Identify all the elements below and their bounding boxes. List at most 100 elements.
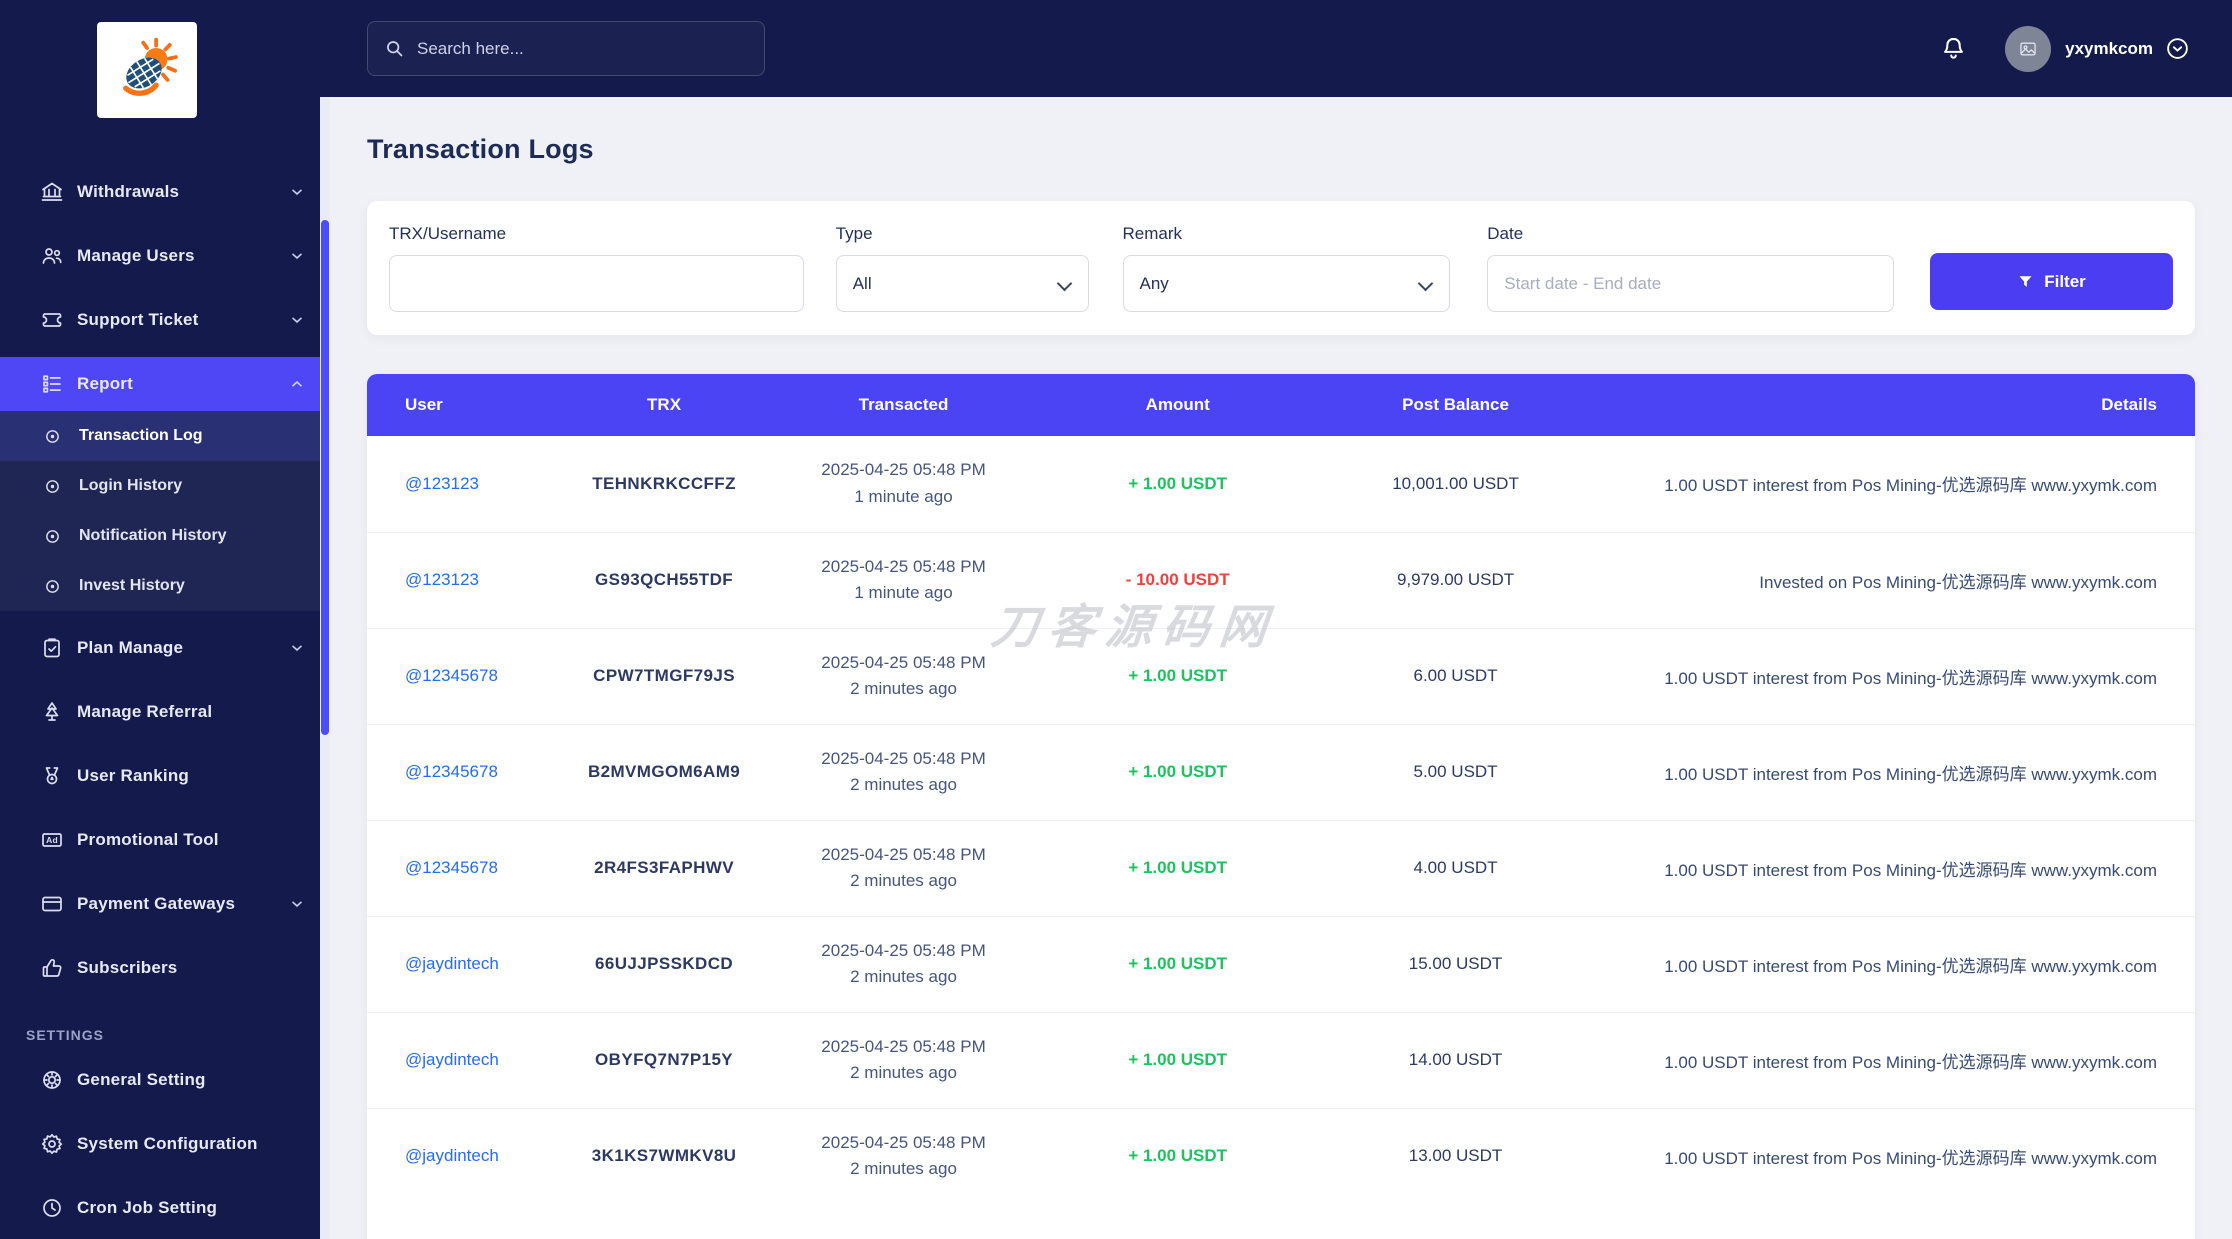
sidebar-item-plan-manage[interactable]: Plan Manage bbox=[0, 621, 330, 675]
submenu-item-transaction-log[interactable]: Transaction Log bbox=[0, 411, 330, 461]
main-content: Transaction Logs TRX/Username Type All R… bbox=[330, 97, 2232, 1239]
chevron-down-icon bbox=[289, 896, 305, 912]
transacted-date: 2025-04-25 05:48 PM bbox=[821, 844, 986, 864]
trx-username-input[interactable] bbox=[389, 255, 804, 312]
date-label: Date bbox=[1487, 224, 1524, 243]
chevron-up-icon bbox=[289, 376, 305, 392]
submenu-item-label: Transaction Log bbox=[79, 427, 203, 444]
date-range-input[interactable] bbox=[1487, 255, 1894, 312]
user-link[interactable]: @123123 bbox=[405, 474, 479, 493]
avatar[interactable] bbox=[2005, 25, 2052, 72]
cell-amount: + 1.00 USDT bbox=[1128, 858, 1228, 877]
cell-transacted: 2025-04-25 05:48 PM 2 minutes ago bbox=[769, 916, 1038, 1012]
header-transacted: Transacted bbox=[769, 374, 1038, 436]
sidebar-item-label: Support Ticket bbox=[77, 310, 199, 329]
sidebar-item-cron-job-setting[interactable]: Cron Job Setting bbox=[0, 1181, 330, 1235]
sidebar-item-label: Cron Job Setting bbox=[77, 1198, 218, 1217]
cell-details: 1.00 USDT interest from Pos Mining-优选源码库… bbox=[1664, 668, 2157, 688]
chevron-down-circle-icon[interactable] bbox=[2165, 36, 2190, 61]
transacted-ago: 2 minutes ago bbox=[850, 775, 957, 794]
circle-dot-icon bbox=[44, 528, 61, 545]
user-link[interactable]: @12345678 bbox=[405, 858, 498, 877]
cell-amount: + 1.00 USDT bbox=[1128, 762, 1228, 781]
cell-details: 1.00 USDT interest from Pos Mining-优选源码库… bbox=[1664, 956, 2157, 976]
cell-post-balance: 14.00 USDT bbox=[1408, 1050, 1503, 1069]
notification-bell-icon[interactable] bbox=[1940, 35, 1967, 62]
list-icon bbox=[40, 372, 64, 396]
sidebar-item-manage-users[interactable]: Manage Users bbox=[0, 229, 330, 283]
sidebar-scrollbar-thumb[interactable] bbox=[321, 220, 329, 735]
filter-group-trx: TRX/Username bbox=[389, 201, 804, 335]
chevron-down-icon bbox=[289, 248, 305, 264]
transactions-table-card: User TRX Transacted Amount Post Balance … bbox=[367, 374, 2195, 1239]
submenu-item-notification-history[interactable]: Notification History bbox=[0, 511, 330, 561]
brand-logo[interactable] bbox=[97, 22, 197, 118]
cell-post-balance: 5.00 USDT bbox=[1413, 762, 1498, 781]
remark-select[interactable]: Any bbox=[1122, 255, 1451, 312]
ad-icon: Ad bbox=[40, 828, 64, 852]
transacted-ago: 2 minutes ago bbox=[850, 679, 957, 698]
cell-amount: + 1.00 USDT bbox=[1128, 666, 1228, 685]
wheel-icon bbox=[40, 1068, 64, 1092]
header-user: User bbox=[367, 374, 559, 436]
trx-username-label: TRX/Username bbox=[389, 224, 507, 243]
sidebar-item-label: System Configuration bbox=[77, 1134, 258, 1153]
filter-button[interactable]: Filter bbox=[1930, 253, 2173, 310]
submenu-item-login-history[interactable]: Login History bbox=[0, 461, 330, 511]
user-link[interactable]: @123123 bbox=[405, 570, 479, 589]
transacted-ago: 1 minute ago bbox=[854, 583, 953, 602]
user-link[interactable]: @12345678 bbox=[405, 666, 498, 685]
sidebar-item-manage-referral[interactable]: Manage Referral bbox=[0, 685, 330, 739]
cell-transacted: 2025-04-25 05:48 PM 1 minute ago bbox=[769, 436, 1038, 532]
user-link[interactable]: @jaydintech bbox=[405, 954, 499, 973]
search-input[interactable] bbox=[417, 38, 748, 59]
user-link[interactable]: @12345678 bbox=[405, 762, 498, 781]
sidebar-item-label: Plan Manage bbox=[77, 638, 184, 657]
sidebar-item-withdrawals[interactable]: Withdrawals bbox=[0, 165, 330, 219]
cell-post-balance: 10,001.00 USDT bbox=[1392, 473, 1519, 493]
cell-details: Invested on Pos Mining-优选源码库 www.yxymk.c… bbox=[1759, 572, 2157, 592]
user-link[interactable]: @jaydintech bbox=[405, 1050, 499, 1069]
transactions-table: User TRX Transacted Amount Post Balance … bbox=[367, 374, 2195, 1204]
sidebar-item-subscribers[interactable]: Subscribers bbox=[0, 941, 330, 995]
cell-trx-code: GS93QCH55TDF bbox=[595, 570, 734, 589]
page-title: Transaction Logs bbox=[367, 134, 594, 164]
table-row: @123123 TEHNKRKCCFFZ 2025-04-25 05:48 PM 1 … bbox=[367, 436, 2195, 532]
sidebar-item-user-ranking[interactable]: User Ranking bbox=[0, 749, 330, 803]
chevron-down-icon bbox=[289, 312, 305, 328]
submenu-item-invest-history[interactable]: Invest History bbox=[0, 561, 330, 611]
transacted-ago: 2 minutes ago bbox=[850, 967, 957, 986]
user-link[interactable]: @jaydintech bbox=[405, 1146, 499, 1165]
filter-button-label: Filter bbox=[2044, 271, 2086, 291]
table-row: @12345678 CPW7TMGF79JS 2025-04-25 05:48 PM… bbox=[367, 628, 2195, 724]
sidebar-item-report[interactable]: Report bbox=[0, 357, 330, 411]
cell-trx-code: TEHNKRKCCFFZ bbox=[592, 473, 736, 493]
sidebar-nav: Withdrawals Manage Users Support Ticket … bbox=[0, 165, 330, 1235]
cell-details: 1.00 USDT interest from Pos Mining-优选源码库… bbox=[1664, 1148, 2157, 1168]
sidebar-item-label: General Setting bbox=[77, 1070, 206, 1089]
cell-trx-code: OBYFQ7N7P15Y bbox=[595, 1050, 734, 1069]
type-select[interactable]: All bbox=[835, 255, 1089, 312]
header-trx: TRX bbox=[558, 374, 770, 436]
clock-icon bbox=[40, 1196, 64, 1220]
sidebar-item-promotional-tool[interactable]: Ad Promotional Tool bbox=[0, 813, 330, 867]
search-box[interactable] bbox=[367, 21, 765, 76]
sidebar-item-system-configuration[interactable]: System Configuration bbox=[0, 1117, 330, 1171]
table-row: @jaydintech 66UJJPSSKDCD 2025-04-25 05:48 … bbox=[367, 916, 2195, 1012]
sidebar-item-general-setting[interactable]: General Setting bbox=[0, 1053, 330, 1107]
username-label[interactable]: yxymkcom bbox=[2065, 39, 2153, 59]
cell-user: @12345678 bbox=[367, 724, 559, 820]
cell-amount: + 1.00 USDT bbox=[1128, 954, 1228, 973]
cell-amount: + 1.00 USDT bbox=[1128, 1146, 1228, 1166]
header-amount: Amount bbox=[1037, 374, 1318, 436]
sidebar-scrollbar-track[interactable] bbox=[320, 97, 330, 1239]
sidebar-item-payment-gateways[interactable]: Payment Gateways bbox=[0, 877, 330, 931]
transacted-ago: 2 minutes ago bbox=[850, 871, 957, 890]
filter-group-remark: Remark Any bbox=[1122, 201, 1451, 335]
logo-icon bbox=[123, 37, 178, 96]
sidebar-item-support-ticket[interactable]: Support Ticket bbox=[0, 293, 330, 347]
ticket-icon bbox=[40, 308, 64, 332]
thumbs-up-icon bbox=[40, 956, 64, 980]
sidebar: Withdrawals Manage Users Support Ticket … bbox=[0, 0, 330, 1239]
transacted-date: 2025-04-25 05:48 PM bbox=[821, 556, 986, 576]
